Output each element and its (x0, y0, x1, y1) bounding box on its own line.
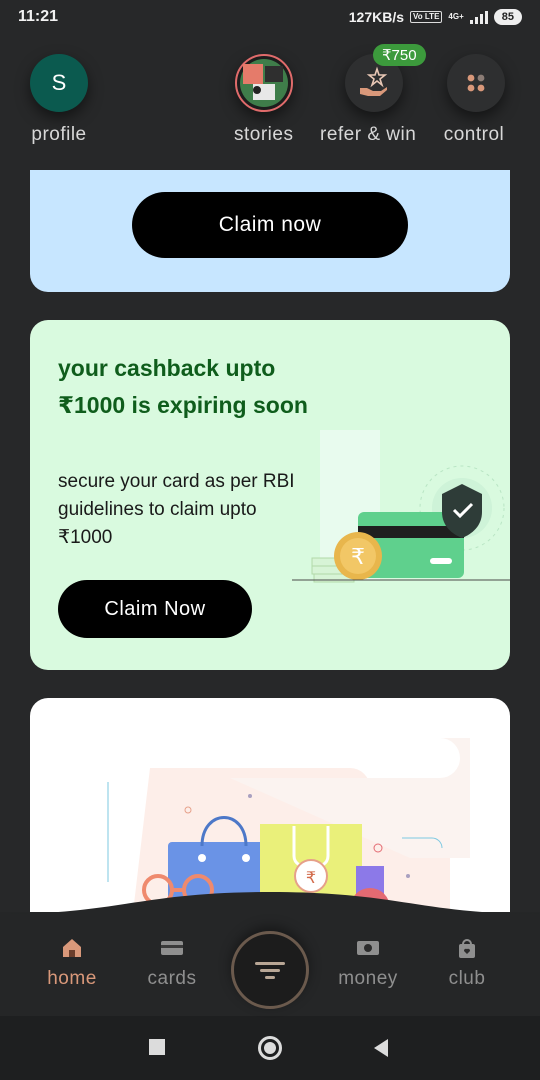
avatar: S (30, 54, 88, 112)
nav-cards[interactable]: cards (132, 936, 212, 990)
claim-now-button[interactable]: Claim Now (58, 580, 252, 638)
control-button[interactable]: control (443, 54, 505, 146)
center-menu-button[interactable] (231, 931, 309, 1009)
bottom-navigation: home cards money club (0, 892, 540, 1016)
recents-button[interactable] (149, 1039, 165, 1055)
signal-icon (469, 10, 488, 24)
status-indicators: 127KB/s Vo LTE 4G+ 85 (349, 9, 522, 25)
avatar-initial: S (51, 70, 67, 95)
nav-cards-label: cards (147, 968, 197, 989)
profile-label: profile (31, 124, 87, 145)
money-icon (357, 941, 379, 955)
nav-money-label: money (338, 968, 398, 989)
stories-button[interactable]: stories (234, 54, 293, 146)
battery-icon: 85 (493, 9, 522, 25)
nav-curve (0, 892, 540, 930)
club-icon (459, 939, 475, 958)
stories-icon (234, 54, 293, 112)
svg-text:₹: ₹ (306, 868, 316, 887)
refer-label: refer & win (320, 124, 417, 145)
cashback-card: your cashback upto ₹1000 is expiring soo… (30, 320, 510, 670)
stories-label: stories (234, 124, 294, 145)
refer-reward-badge: ₹750 (373, 44, 426, 66)
svg-text:₹: ₹ (351, 545, 365, 570)
claim-now-button-top[interactable]: Claim now (132, 192, 408, 258)
control-label: control (443, 124, 505, 145)
profile-button[interactable]: S profile (30, 54, 88, 146)
home-system-button[interactable] (258, 1036, 282, 1060)
home-dot-icon (264, 1042, 276, 1054)
nav-club[interactable]: club (427, 936, 507, 990)
home-icon (63, 939, 81, 957)
menu-lines-icon (255, 962, 285, 979)
nav-home[interactable]: home (32, 936, 112, 990)
refer-win-button[interactable]: refer & win (320, 54, 416, 146)
control-icon (447, 54, 505, 112)
cashback-subtitle: secure your card as per RBI guidelines t… (58, 471, 295, 548)
status-bar: 11:21 127KB/s Vo LTE 4G+ 85 (0, 0, 540, 34)
top-header: S profile stories ₹750 refer & win contr… (0, 34, 540, 170)
network-speed: 127KB/s (348, 9, 405, 25)
system-navigation-bar (0, 1016, 540, 1080)
secure-card-illustration: ₹ (292, 430, 510, 583)
nav-money[interactable]: money (328, 936, 408, 990)
nav-home-label: home (47, 968, 97, 989)
status-time: 11:21 (18, 8, 59, 25)
network-type: 4G+ (448, 12, 464, 21)
card-icon (161, 941, 183, 955)
back-button[interactable] (372, 1038, 390, 1058)
volte-icon: Vo LTE (410, 11, 443, 23)
nav-club-label: club (448, 968, 486, 989)
cashback-title: your cashback upto ₹1000 is expiring soo… (58, 355, 308, 418)
promo-card-blue: Claim now (30, 150, 510, 292)
